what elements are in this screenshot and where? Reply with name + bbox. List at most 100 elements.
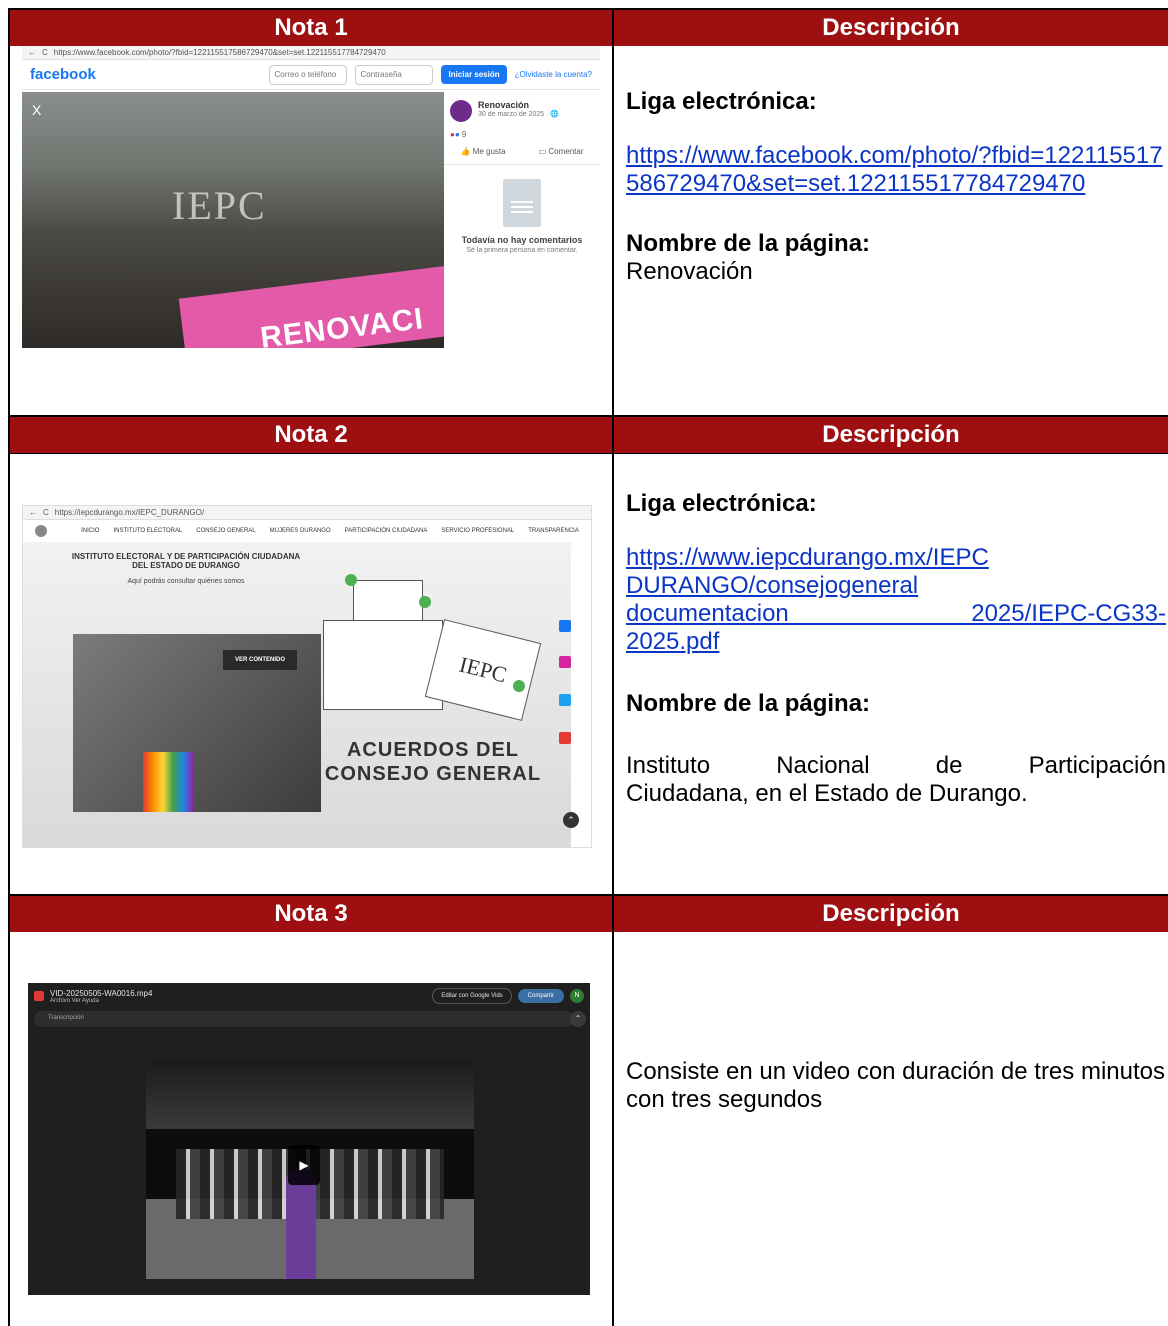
photo-wall-text: IEPC — [172, 183, 267, 228]
file-menu: Archivo Ver Ayuda — [50, 997, 99, 1004]
post-actions: 👍 Me gusta ▭ Comentar — [444, 139, 600, 165]
post-photo: IEPC RENOVACI X — [22, 92, 444, 348]
table-column-divider — [612, 8, 614, 1326]
check-icon — [345, 574, 357, 586]
edit-google-vids-button: Editar con Google Vids — [432, 988, 512, 1004]
play-icon: ▶ — [288, 1145, 320, 1185]
facebook-icon — [559, 620, 571, 632]
check-icon — [513, 680, 525, 692]
no-comments-title: Todavía no hay comentarios — [461, 235, 583, 245]
forgot-account-link: ¿Olvidaste la cuenta? — [514, 70, 592, 79]
post-sidebar: Renovación 30 de marzo de 2025 · 🌐 ●● 9 … — [444, 92, 600, 348]
liga-link-line-4[interactable]: 2025.pdf — [626, 628, 1166, 656]
nav-item: TRANSPARENCIA — [528, 528, 579, 534]
liga-label: Liga electrónica: — [626, 88, 817, 115]
user-avatar: N — [570, 989, 584, 1003]
documents-illustration: IEPC — [323, 570, 542, 730]
back-icon: ← — [29, 508, 37, 517]
pagina-label: Nombre de la página: — [626, 230, 871, 257]
no-comments-subtitle: Sé la primera persona en comentar. — [466, 247, 578, 254]
header-descripcion-3: Descripción — [614, 896, 1168, 932]
transcription-label: Transcripción — [48, 1015, 84, 1021]
liga-label: Liga electrónica: — [626, 490, 817, 517]
facebook-logo: facebook — [30, 66, 96, 83]
close-icon: X — [32, 102, 42, 118]
comment-action: ▭ Comentar — [539, 147, 584, 156]
facebook-header: facebook Correo o teléfono Contraseña In… — [22, 60, 600, 90]
address-url: https://iepcdurango.mx/IEPC_DURANGO/ — [54, 508, 205, 517]
author-name: Renovación — [478, 100, 530, 110]
description-nota-2: Liga electrónica: https://www.iepcdurang… — [626, 490, 1166, 808]
password-field: Contraseña — [355, 64, 434, 85]
reactions: ●● 9 — [444, 130, 600, 139]
transcription-bar: Transcripción — [34, 1011, 574, 1027]
table-border-left — [8, 8, 10, 1326]
video-background — [146, 1059, 474, 1129]
nav-item: MUJERES DURANGO — [269, 528, 331, 534]
iepc-screenshot: ← C https://iepcdurango.mx/IEPC_DURANGO/… — [22, 505, 592, 848]
liga-link[interactable]: https://www.facebook.com/photo/?fbid=122… — [626, 142, 1166, 198]
video-file-icon — [34, 991, 44, 1001]
like-label: Me gusta — [472, 147, 506, 156]
header-descripcion-2: Descripción — [614, 417, 1168, 453]
hero-section: INSTITUTO ELECTORAL Y DE PARTICIPACIÓN C… — [23, 542, 571, 847]
comment-label: Comentar — [548, 147, 584, 156]
nav-item: SERVICIO PROFESIONAL — [441, 528, 515, 534]
nav-item: PARTICIPACIÓN CIUDADANA — [344, 528, 428, 534]
reaction-icon-2: ● — [454, 130, 460, 139]
viewer-toolbar: VID-20250505-WA0016.mp4 Archivo Ver Ayud… — [28, 983, 590, 1009]
nav-item: INICIO — [81, 528, 100, 534]
comment-icon: ▭ — [538, 147, 547, 156]
browser-address-bar: ← C https://www.facebook.com/photo/?fbid… — [22, 46, 600, 60]
thumbs-up-icon: 👍 — [460, 147, 471, 156]
avatar — [450, 100, 472, 122]
acuerdos-headline: ACUERDOS DEL CONSEJO GENERAL — [313, 738, 553, 786]
header-nota-2: Nota 2 — [10, 417, 612, 453]
facebook-screenshot: ← C https://www.facebook.com/photo/?fbid… — [22, 46, 600, 348]
header-descripcion-1: Descripción — [614, 10, 1168, 46]
institute-subtitle: Aquí podrás consultar quiénes somos — [127, 578, 245, 585]
reload-icon: C — [43, 508, 49, 517]
headline-line-1: ACUERDOS DEL — [346, 739, 519, 761]
description-nota-3: Consiste en un video con duración de tre… — [626, 1058, 1166, 1114]
site-nav: INICIO INSTITUTO ELECTORAL CONSEJO GENER… — [23, 520, 591, 542]
post-author: Renovación 30 de marzo de 2025 · 🌐 — [444, 92, 600, 130]
chevron-up-icon: ⌃ — [570, 1011, 586, 1027]
description-nota-1: Liga electrónica: https://www.facebook.c… — [626, 88, 1166, 286]
email-field: Correo o teléfono — [269, 64, 348, 85]
pagina-value-line-2: Ciudadana, en el Estado de Durango. — [626, 780, 1028, 807]
chevron-up-icon: ⌃ — [563, 812, 579, 828]
browser-address-bar: ← C https://iepcdurango.mx/IEPC_DURANGO/ — [23, 506, 591, 520]
video-speaker — [286, 1169, 316, 1279]
login-button: Iniciar sesión — [441, 65, 507, 84]
back-icon: ← — [28, 48, 36, 57]
reactions-count: 9 — [461, 130, 467, 139]
nav-item: INSTITUTO ELECTORAL — [113, 528, 183, 534]
video-frame: ▶ — [146, 1059, 474, 1279]
like-action: 👍 Me gusta — [460, 147, 505, 156]
file-name: VID-20250505-WA0016.mp4 — [50, 988, 153, 998]
header-nota-3: Nota 3 — [10, 896, 612, 932]
rainbow-flag — [143, 752, 193, 812]
share-button: Compartir — [517, 989, 564, 1003]
nav-item: CONSEJO GENERAL — [196, 528, 256, 534]
youtube-icon — [559, 732, 571, 744]
iepc-seal-icon — [35, 525, 48, 537]
liga-link-line-1[interactable]: https://www.iepcdurango.mx/IEPC — [626, 544, 1166, 572]
liga-link-line-2[interactable]: DURANGO/consejogeneral — [626, 572, 1166, 600]
institute-title: INSTITUTO ELECTORAL Y DE PARTICIPACIÓN C… — [71, 552, 301, 570]
instagram-icon — [559, 656, 571, 668]
pagina-value-line-1: Instituto Nacional de Participación — [626, 752, 1166, 779]
liga-link-line-3[interactable]: documentacion 2025/IEPC-CG33- — [626, 600, 1166, 628]
header-nota-1: Nota 1 — [10, 10, 612, 46]
video-viewer-screenshot: VID-20250505-WA0016.mp4 Archivo Ver Ayud… — [28, 983, 590, 1295]
address-url: https://www.facebook.com/photo/?fbid=122… — [53, 48, 386, 57]
pagina-label: Nombre de la página: — [626, 690, 871, 717]
reload-icon: C — [42, 48, 48, 57]
document-icon — [503, 179, 541, 227]
check-icon — [419, 596, 431, 608]
video-description: Consiste en un video con duración de tre… — [626, 1058, 1165, 1113]
ver-contenido-button: VER CONTENIDO — [223, 650, 298, 670]
post-date: 30 de marzo de 2025 · 🌐 — [478, 111, 560, 118]
pagina-value: Renovación — [626, 258, 753, 285]
